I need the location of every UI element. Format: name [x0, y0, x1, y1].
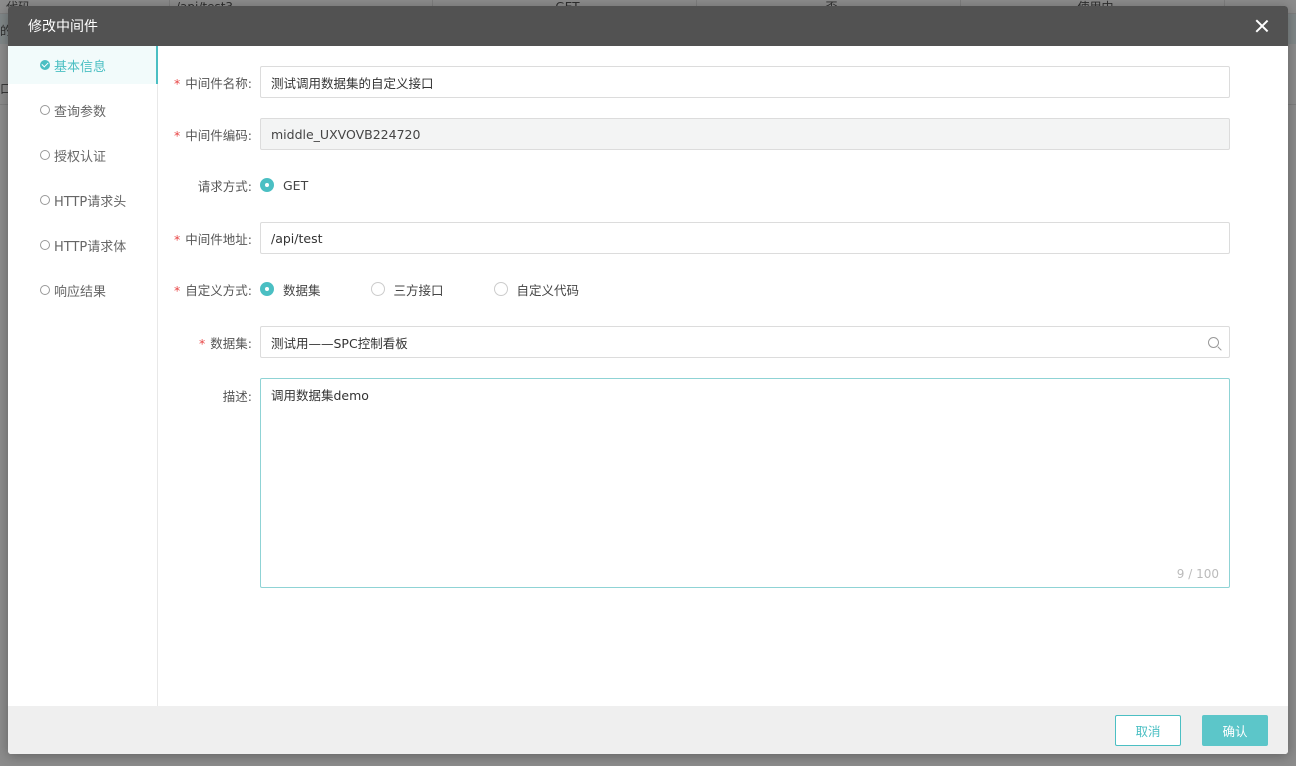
radio-checked-icon — [260, 178, 274, 192]
form-row-dataset: * 数据集: 测试用——SPC控制看板 — [158, 326, 1230, 358]
circle-icon — [40, 240, 50, 250]
code-value: middle_UXVOVB224720 — [271, 126, 421, 142]
required-mark: * — [174, 231, 181, 247]
dialog-body: 基本信息 查询参数 授权认证 HTTP请求头 HTTP请求体 响应结果 * 中间… — [8, 46, 1288, 706]
method-radio-group: GET — [260, 169, 358, 201]
field-label: * 中间件名称: — [158, 73, 260, 92]
required-mark: * — [174, 282, 181, 298]
form-row-address: * 中间件地址: /api/test — [158, 222, 1230, 254]
custom-mode-radio-group: 数据集 三方接口 自定义代码 — [260, 273, 629, 305]
close-icon[interactable] — [1254, 18, 1270, 34]
dialog-footer: 取消 确认 — [8, 706, 1288, 754]
nav-item-response[interactable]: 响应结果 — [8, 271, 157, 309]
side-nav: 基本信息 查询参数 授权认证 HTTP请求头 HTTP请求体 响应结果 — [8, 46, 158, 706]
nav-item-label: HTTP请求头 — [54, 194, 127, 210]
check-circle-icon — [40, 60, 50, 70]
confirm-button[interactable]: 确认 — [1202, 714, 1268, 746]
form-row-name: * 中间件名称: 测试调用数据集的自定义接口 — [158, 66, 1230, 98]
nav-item-http-headers[interactable]: HTTP请求头 — [8, 181, 157, 219]
nav-item-label: 基本信息 — [54, 59, 107, 75]
method-label: 请求方式: — [197, 178, 252, 194]
name-input[interactable]: 测试调用数据集的自定义接口 — [260, 66, 1230, 98]
form-area: * 中间件名称: 测试调用数据集的自定义接口 * 中间件编码: middle_UXV… — [158, 46, 1288, 706]
method-radio-get[interactable]: GET — [260, 178, 308, 193]
nav-item-auth[interactable]: 授权认证 — [8, 136, 157, 174]
circle-icon — [40, 285, 50, 295]
radio-label: 自定义代码 — [516, 282, 580, 298]
code-label: 中间件编码: — [185, 127, 252, 143]
dataset-value: 测试用——SPC控制看板 — [271, 335, 408, 351]
field-label: * 中间件编码: — [158, 125, 260, 144]
field-label: * 自定义方式: — [158, 280, 260, 299]
form-row-method: 请求方式: GET — [158, 169, 358, 201]
code-input: middle_UXVOVB224720 — [260, 118, 1230, 150]
name-value: 测试调用数据集的自定义接口 — [271, 75, 434, 91]
cancel-button[interactable]: 取消 — [1115, 714, 1181, 746]
nav-item-label: 授权认证 — [54, 149, 107, 165]
edit-middleware-dialog: 修改中间件 基本信息 查询参数 授权认证 HTTP请求头 HTTP请求体 响应结… — [8, 6, 1288, 754]
radio-label: 数据集 — [283, 282, 321, 298]
form-row-custom-mode: * 自定义方式: 数据集 三方接口 自定义代码 — [158, 273, 629, 305]
address-value: /api/test — [271, 230, 323, 246]
name-label: 中间件名称: — [185, 75, 252, 91]
nav-item-label: HTTP请求体 — [54, 239, 127, 255]
form-row-code: * 中间件编码: middle_UXVOVB224720 — [158, 118, 1230, 150]
char-counter: 9 / 100 — [1176, 567, 1219, 581]
field-label: * 数据集: — [158, 333, 260, 352]
dataset-search-input[interactable]: 测试用——SPC控制看板 — [260, 326, 1230, 358]
nav-item-label: 查询参数 — [54, 104, 107, 120]
circle-icon — [40, 195, 50, 205]
circle-icon — [40, 105, 50, 115]
description-value: 调用数据集demo — [271, 388, 369, 403]
custom-radio-dataset[interactable]: 数据集 — [260, 280, 321, 299]
form-row-description: 描述: 调用数据集demo 9 / 100 — [158, 378, 1230, 588]
required-mark: * — [174, 127, 181, 143]
required-mark: * — [199, 335, 206, 351]
address-input[interactable]: /api/test — [260, 222, 1230, 254]
custom-radio-third-party[interactable]: 三方接口 — [370, 280, 444, 299]
radio-unchecked-icon — [493, 282, 508, 296]
radio-checked-icon — [260, 282, 274, 296]
radio-unchecked-icon — [370, 282, 385, 296]
nav-item-basic-info[interactable]: 基本信息 — [8, 46, 158, 84]
field-label: * 中间件地址: — [158, 229, 260, 248]
required-mark: * — [174, 75, 181, 91]
custom-radio-custom-code[interactable]: 自定义代码 — [493, 280, 580, 299]
custom-mode-label: 自定义方式: — [185, 282, 252, 298]
address-label: 中间件地址: — [185, 231, 252, 247]
search-icon[interactable] — [1208, 336, 1219, 348]
dataset-label: 数据集: — [210, 335, 252, 351]
radio-label: GET — [283, 177, 309, 193]
description-label: 描述: — [222, 389, 252, 404]
circle-icon — [40, 150, 50, 160]
nav-item-http-body[interactable]: HTTP请求体 — [8, 226, 157, 264]
nav-item-label: 响应结果 — [54, 284, 107, 300]
dialog-title: 修改中间件 — [28, 19, 98, 35]
description-textarea[interactable]: 调用数据集demo 9 / 100 — [260, 378, 1230, 588]
dialog-header: 修改中间件 — [8, 6, 1288, 46]
radio-label: 三方接口 — [393, 282, 444, 298]
nav-item-query-params[interactable]: 查询参数 — [8, 91, 157, 129]
